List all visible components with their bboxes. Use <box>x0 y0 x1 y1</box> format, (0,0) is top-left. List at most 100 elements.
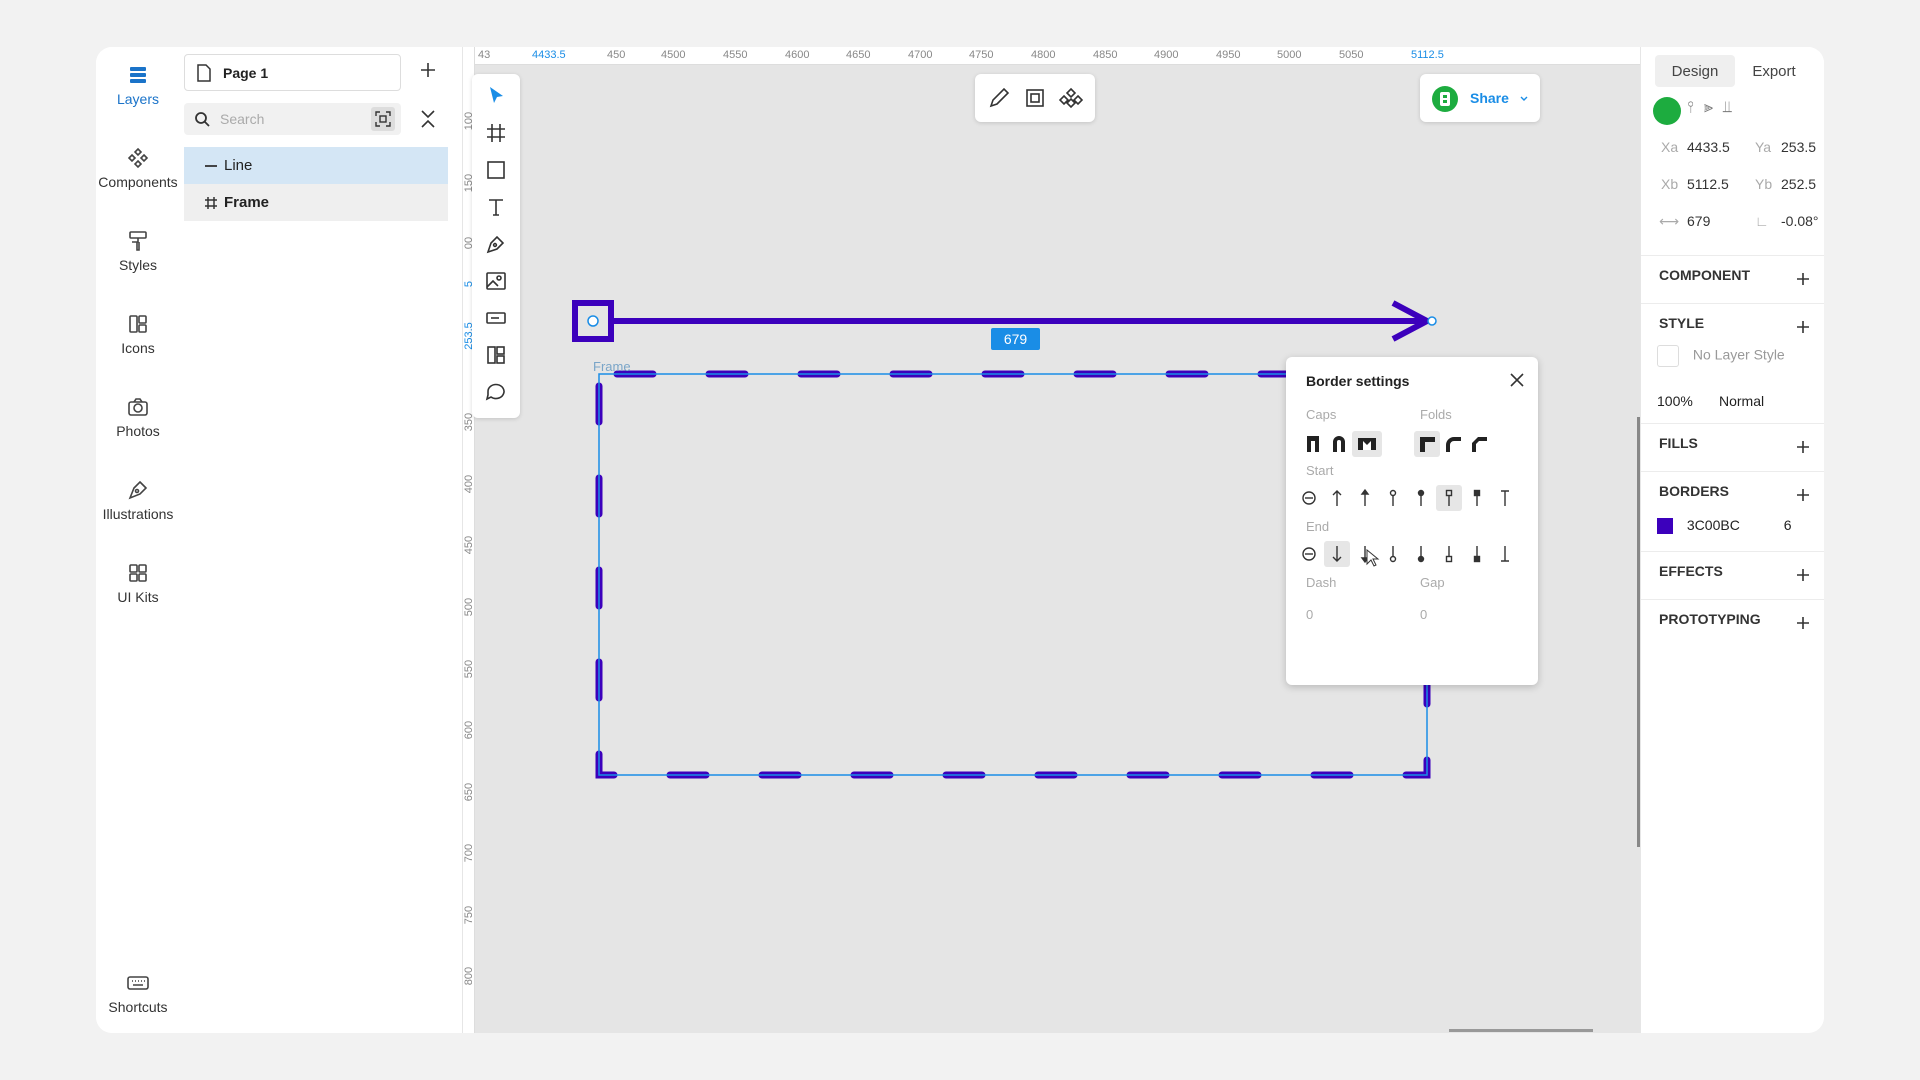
dash-label: Dash <box>1306 575 1337 590</box>
gap-input[interactable]: 0 <box>1420 607 1427 622</box>
angle-input[interactable]: -0.08° <box>1781 213 1819 229</box>
end-filled-circle-button[interactable] <box>1408 541 1434 567</box>
search-input[interactable]: Search <box>184 103 401 135</box>
divider <box>1641 471 1824 472</box>
pen-nib-icon <box>128 480 148 500</box>
ya-input[interactable]: 253.5 <box>1781 139 1816 155</box>
page-name: Page 1 <box>223 65 269 81</box>
layers-panel: Page 1 Search Line Frame <box>180 47 463 1033</box>
rail-item-ui-kits[interactable]: UI Kits <box>96 561 180 631</box>
rail-label: Icons <box>121 340 155 356</box>
start-none-button[interactable] <box>1296 485 1322 511</box>
search-icon <box>195 112 210 127</box>
scan-icon[interactable] <box>371 107 395 131</box>
rail-label: Illustrations <box>102 506 174 522</box>
border-color-swatch[interactable] <box>1657 518 1673 535</box>
divider <box>1641 599 1824 600</box>
rail-item-photos[interactable]: Photos <box>96 395 180 465</box>
xa-input[interactable]: 4433.5 <box>1687 139 1730 155</box>
start-bar-button[interactable] <box>1492 485 1518 511</box>
ya-label: Ya <box>1755 139 1772 155</box>
effects-section: EFFECTS <box>1659 563 1723 579</box>
tab-export[interactable]: Export <box>1741 55 1807 80</box>
cap-butt-button[interactable] <box>1300 431 1326 457</box>
close-icon[interactable] <box>1508 371 1526 389</box>
rail-item-layers[interactable]: Layers <box>96 63 180 133</box>
start-circle-button[interactable] <box>1380 485 1406 511</box>
opacity-input[interactable]: 100% <box>1657 393 1693 409</box>
cap-round-button[interactable] <box>1326 431 1352 457</box>
avatar <box>1653 97 1681 125</box>
layer-name: Line <box>224 157 253 174</box>
rail-item-illustrations[interactable]: Illustrations <box>96 478 180 548</box>
rail-item-icons[interactable]: Icons <box>96 312 180 382</box>
horizontal-scrollbar[interactable] <box>1449 1029 1593 1032</box>
layer-style-label: No Layer Style <box>1692 346 1785 363</box>
rail-label: Layers <box>116 91 160 107</box>
end-square-button[interactable] <box>1436 541 1462 567</box>
start-filled-arrow-button[interactable] <box>1352 485 1378 511</box>
fold-round-button[interactable] <box>1440 431 1466 457</box>
page-select[interactable]: Page 1 <box>184 54 401 91</box>
start-filled-square-button[interactable] <box>1464 485 1490 511</box>
gap-label: Gap <box>1420 575 1445 590</box>
add-effect-icon[interactable] <box>1795 567 1811 583</box>
frame-label[interactable]: Frame <box>593 359 631 374</box>
divider <box>1641 423 1824 424</box>
icons-icon <box>129 315 147 333</box>
mouse-cursor-icon <box>1366 549 1380 567</box>
border-color-value[interactable]: 3C00BC <box>1687 517 1740 533</box>
end-circle-button[interactable] <box>1380 541 1406 567</box>
rail-label: Components <box>98 174 178 190</box>
end-none-button[interactable] <box>1296 541 1322 567</box>
start-arrow-button[interactable] <box>1324 485 1350 511</box>
add-border-icon[interactable] <box>1795 487 1811 503</box>
left-rail: Layers Components Styles Icons Photos Il… <box>96 47 180 1033</box>
blend-mode-select[interactable]: Normal <box>1719 393 1764 409</box>
divider <box>1641 551 1824 552</box>
fills-section: FILLS <box>1659 435 1698 451</box>
search-placeholder: Search <box>220 111 265 127</box>
collapse-icon[interactable] <box>416 107 440 131</box>
rail-item-components[interactable]: Components <box>96 146 180 216</box>
layer-row-frame[interactable]: Frame <box>184 184 448 221</box>
rail-label: UI Kits <box>117 589 159 605</box>
xb-input[interactable]: 5112.5 <box>1687 176 1729 192</box>
rail-item-styles[interactable]: Styles <box>96 229 180 299</box>
line-start-handle[interactable] <box>587 315 599 327</box>
align-icons[interactable]: ⫯⫸⫫ <box>1687 99 1742 117</box>
rail-item-shortcuts[interactable]: Shortcuts <box>96 971 180 1033</box>
fold-miter-button[interactable] <box>1414 431 1440 457</box>
layer-style-select[interactable]: No Layer Style <box>1657 345 1785 367</box>
keyboard-icon <box>127 976 149 990</box>
component-section: COMPONENT <box>1659 267 1750 283</box>
components-icon <box>127 147 149 169</box>
add-fill-icon[interactable] <box>1795 439 1811 455</box>
border-row[interactable]: 3C00BC 6 <box>1657 517 1792 535</box>
line-end-handle[interactable] <box>1427 316 1437 326</box>
fold-bevel-button[interactable] <box>1466 431 1492 457</box>
add-prototyping-icon[interactable] <box>1795 615 1811 631</box>
rail-label: Photos <box>116 423 160 439</box>
dash-input[interactable]: 0 <box>1306 607 1313 622</box>
end-bar-button[interactable] <box>1492 541 1518 567</box>
add-style-icon[interactable] <box>1795 319 1811 335</box>
layer-name: Frame <box>224 194 270 211</box>
add-page-icon[interactable] <box>416 58 440 82</box>
cap-square-button[interactable] <box>1352 431 1382 457</box>
line-icon <box>205 165 217 167</box>
end-arrow-button[interactable] <box>1324 541 1350 567</box>
add-component-icon[interactable] <box>1795 271 1811 287</box>
rail-label: Styles <box>118 257 158 273</box>
start-filled-circle-button[interactable] <box>1408 485 1434 511</box>
tab-design[interactable]: Design <box>1655 55 1735 87</box>
frame-icon <box>205 197 217 209</box>
start-square-button[interactable] <box>1436 485 1462 511</box>
layer-row-line[interactable]: Line <box>184 147 448 184</box>
app-window: Layers Components Styles Icons Photos Il… <box>96 47 1824 1033</box>
properties-panel: Design Export ⫯⫸⫫ Xa 4433.5 Ya 253.5 Xb … <box>1640 47 1824 1033</box>
yb-input[interactable]: 252.5 <box>1781 176 1816 192</box>
length-input[interactable]: 679 <box>1687 213 1710 229</box>
end-filled-square-button[interactable] <box>1464 541 1490 567</box>
border-width-value[interactable]: 6 <box>1784 517 1792 533</box>
